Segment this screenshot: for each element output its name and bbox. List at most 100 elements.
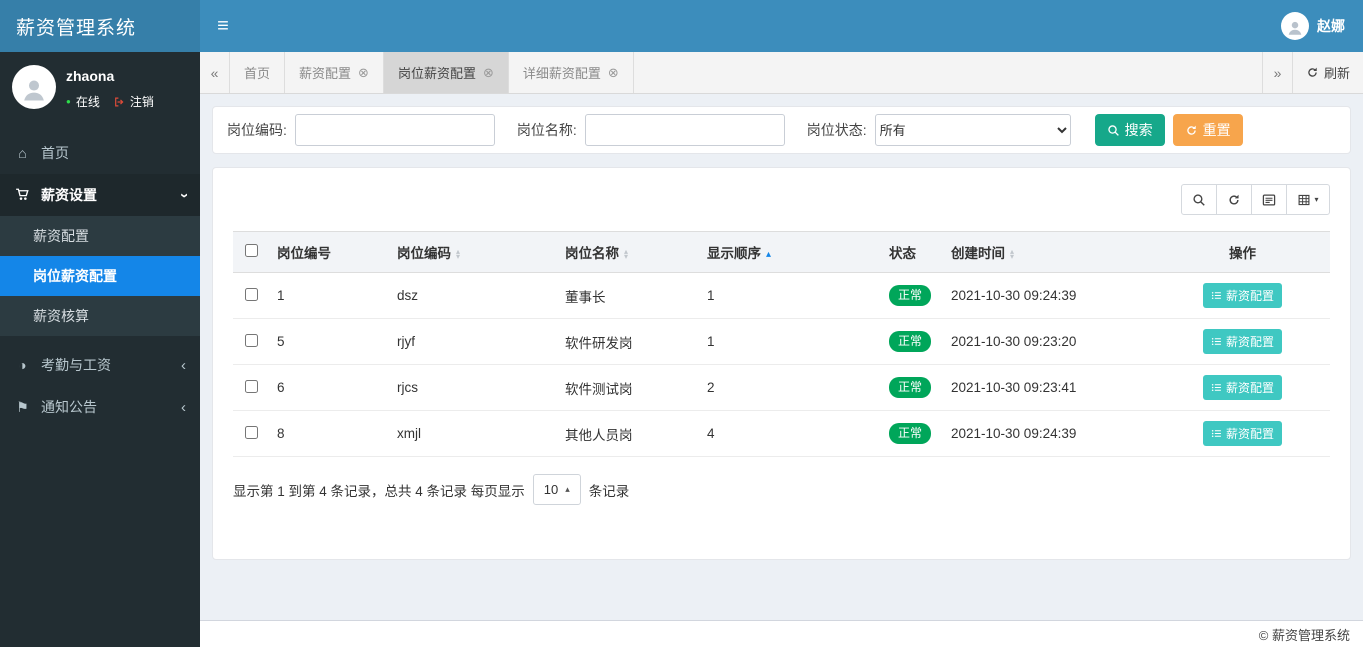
online-status-link[interactable]: 在线: [76, 93, 100, 110]
sidebar-user-status: ● 在线 注销: [66, 93, 154, 110]
column-label: 岗位名称: [565, 246, 619, 261]
sidebar-subitem-salary-config[interactable]: 薪资配置: [0, 216, 200, 256]
reset-button[interactable]: 重置: [1172, 114, 1243, 146]
sidebar-item-label: 考勤与工资: [41, 357, 111, 373]
select-row-checkbox[interactable]: [244, 333, 258, 347]
list-icon: [1211, 290, 1222, 301]
column-action: 操作: [1155, 231, 1330, 273]
cell-post-id: 6: [269, 364, 389, 411]
cell-display-order: 1: [699, 272, 881, 319]
salary-config-button[interactable]: 薪资配置: [1202, 375, 1282, 400]
user-avatar-icon: [1281, 12, 1309, 40]
toolbar-button-group: ▾: [1181, 184, 1330, 215]
toolbar-columns-button[interactable]: ▾: [1286, 184, 1330, 215]
tab-bar: « 首页 薪资配置 ⊗ 岗位薪资配置 ⊗ 详细薪资配置 ⊗ » 刷新: [200, 52, 1363, 94]
page-size-dropdown[interactable]: 10 ▴: [532, 474, 581, 505]
tab-scroll-right-button[interactable]: »: [1261, 52, 1292, 93]
caret-up-icon: ▴: [565, 484, 570, 494]
tab-close-icon[interactable]: ⊗: [608, 66, 619, 79]
sidebar-user-info: zhaona ● 在线 注销: [66, 65, 154, 110]
sidebar-subitem-label: 薪资核算: [33, 308, 89, 324]
sidebar-menu: ⌂ 首页 薪资设置 ‹ 薪资配置 岗位薪资配置 薪资核算 ◑ 考勤与工资 ‹ ⚑…: [0, 132, 200, 428]
app-window: 薪资管理系统 ≡ 赵娜 zhaona ● 在线 注销 ⌂ 首页 薪资设置 ‹ 薪…: [0, 0, 1363, 647]
sort-icon: ▴ ▾: [624, 247, 629, 262]
salary-config-button[interactable]: 薪资配置: [1202, 283, 1282, 308]
tab-label: 首页: [244, 66, 271, 81]
sidebar-subitem-label: 岗位薪资配置: [33, 268, 117, 284]
sidebar-subitem-label: 薪资配置: [33, 228, 89, 244]
tab-post-salary-config[interactable]: 岗位薪资配置 ⊗: [383, 52, 509, 93]
sidebar-user-panel: zhaona ● 在线 注销: [0, 52, 200, 120]
sidebar-subitem-post-salary-config[interactable]: 岗位薪资配置: [0, 256, 200, 296]
column-display-order[interactable]: 显示顺序 ▴: [699, 231, 881, 273]
top-navbar: ≡ 赵娜: [200, 0, 1363, 52]
sign-out-icon: [113, 96, 125, 108]
reset-button-label: 重置: [1202, 122, 1231, 138]
column-label: 操作: [1229, 246, 1256, 261]
search-button-label: 搜索: [1124, 122, 1153, 138]
app-title[interactable]: 薪资管理系统: [0, 0, 200, 52]
tab-home[interactable]: 首页: [230, 52, 286, 93]
post-code-input[interactable]: [294, 114, 495, 146]
cell-action: 薪资配置: [1155, 364, 1330, 411]
select-all-checkbox[interactable]: [244, 244, 258, 257]
cell-action: 薪资配置: [1155, 272, 1330, 319]
toolbar-detail-view-button[interactable]: [1251, 184, 1287, 215]
table-row[interactable]: 8 xmjl 其他人员岗 4 正常 2021-10-30 09:24:39 薪资…: [233, 410, 1330, 457]
sidebar-subitem-salary-accounting[interactable]: 薪资核算: [0, 296, 200, 336]
select-row-checkbox[interactable]: [244, 379, 258, 393]
column-label: 状态: [889, 246, 916, 261]
sidebar-item-home[interactable]: ⌂ 首页: [0, 132, 200, 174]
sidebar-toggle-icon[interactable]: ≡: [200, 0, 246, 52]
logout-link[interactable]: 注销: [130, 93, 154, 110]
online-dot-icon: ●: [66, 96, 71, 106]
salary-config-button[interactable]: 薪资配置: [1202, 421, 1282, 446]
sidebar-item-attendance[interactable]: ◑ 考勤与工资 ‹: [0, 344, 200, 386]
tab-scroll-left-button[interactable]: «: [200, 52, 230, 93]
sidebar-item-notice[interactable]: ⚑ 通知公告 ‹: [0, 386, 200, 428]
tab-detail-salary-config[interactable]: 详细薪资配置 ⊗: [509, 52, 634, 93]
refresh-page-button[interactable]: 刷新: [1291, 52, 1363, 93]
post-code-label: 岗位编码:: [227, 122, 287, 138]
user-name: 赵娜: [1317, 18, 1345, 34]
post-status-select[interactable]: 所有: [874, 114, 1071, 146]
sidebar-item-label: 薪资设置: [41, 187, 97, 203]
select-row-checkbox[interactable]: [244, 425, 258, 439]
cell-post-name: 其他人员岗: [557, 410, 699, 457]
tab-close-icon[interactable]: ⊗: [358, 66, 369, 79]
select-row-checkbox[interactable]: [244, 287, 258, 301]
salary-config-button[interactable]: 薪资配置: [1202, 329, 1282, 354]
flag-icon: ⚑: [16, 398, 29, 415]
chevron-left-icon: ‹: [181, 356, 186, 374]
cell-post-code: dsz: [389, 272, 557, 319]
cell-created-time: 2021-10-30 09:24:39: [943, 272, 1155, 319]
cell-display-order: 1: [699, 318, 881, 365]
user-menu[interactable]: 赵娜: [1281, 12, 1363, 40]
pagination-info: 显示第 1 到第 4 条记录，总共 4 条记录 每页显示: [233, 483, 525, 499]
column-post-name[interactable]: 岗位名称 ▴ ▾: [557, 231, 699, 273]
reset-refresh-icon: [1185, 124, 1198, 137]
post-name-input[interactable]: [584, 114, 785, 146]
status-badge: 正常: [889, 331, 932, 352]
table-row[interactable]: 5 rjyf 软件研发岗 1 正常 2021-10-30 09:23:20 薪资…: [233, 318, 1330, 365]
cell-status: 正常: [881, 364, 943, 411]
toolbar-refresh-button[interactable]: [1216, 184, 1252, 215]
tab-salary-config[interactable]: 薪资配置 ⊗: [285, 52, 384, 93]
post-status-label: 岗位状态:: [806, 122, 867, 138]
table-row[interactable]: 1 dsz 董事长 1 正常 2021-10-30 09:24:39 薪资配置: [233, 272, 1330, 319]
action-label: 薪资配置: [1225, 427, 1274, 441]
columns-grid-icon: [1297, 193, 1311, 207]
column-created-time[interactable]: 创建时间 ▴ ▾: [943, 231, 1155, 273]
sidebar: zhaona ● 在线 注销 ⌂ 首页 薪资设置 ‹ 薪资配置 岗位薪资配置 薪…: [0, 52, 200, 647]
toolbar-search-button[interactable]: [1181, 184, 1217, 215]
tab-close-icon[interactable]: ⊗: [483, 66, 494, 79]
column-label: 创建时间: [951, 246, 1005, 261]
page-content: 岗位编码: 岗位名称: 岗位状态: 所有 搜索 重置 ▾ 岗位编号 岗位编码 ▴…: [200, 94, 1363, 620]
page-size-value: 10: [543, 482, 559, 497]
table-row[interactable]: 6 rjcs 软件测试岗 2 正常 2021-10-30 09:23:41 薪资…: [233, 364, 1330, 411]
list-icon: [1211, 382, 1222, 393]
sidebar-item-salary-settings[interactable]: 薪资设置 ‹: [0, 174, 200, 216]
search-button[interactable]: 搜索: [1094, 114, 1165, 146]
card-view-icon: [1262, 193, 1276, 207]
column-post-code[interactable]: 岗位编码 ▴ ▾: [389, 231, 557, 273]
